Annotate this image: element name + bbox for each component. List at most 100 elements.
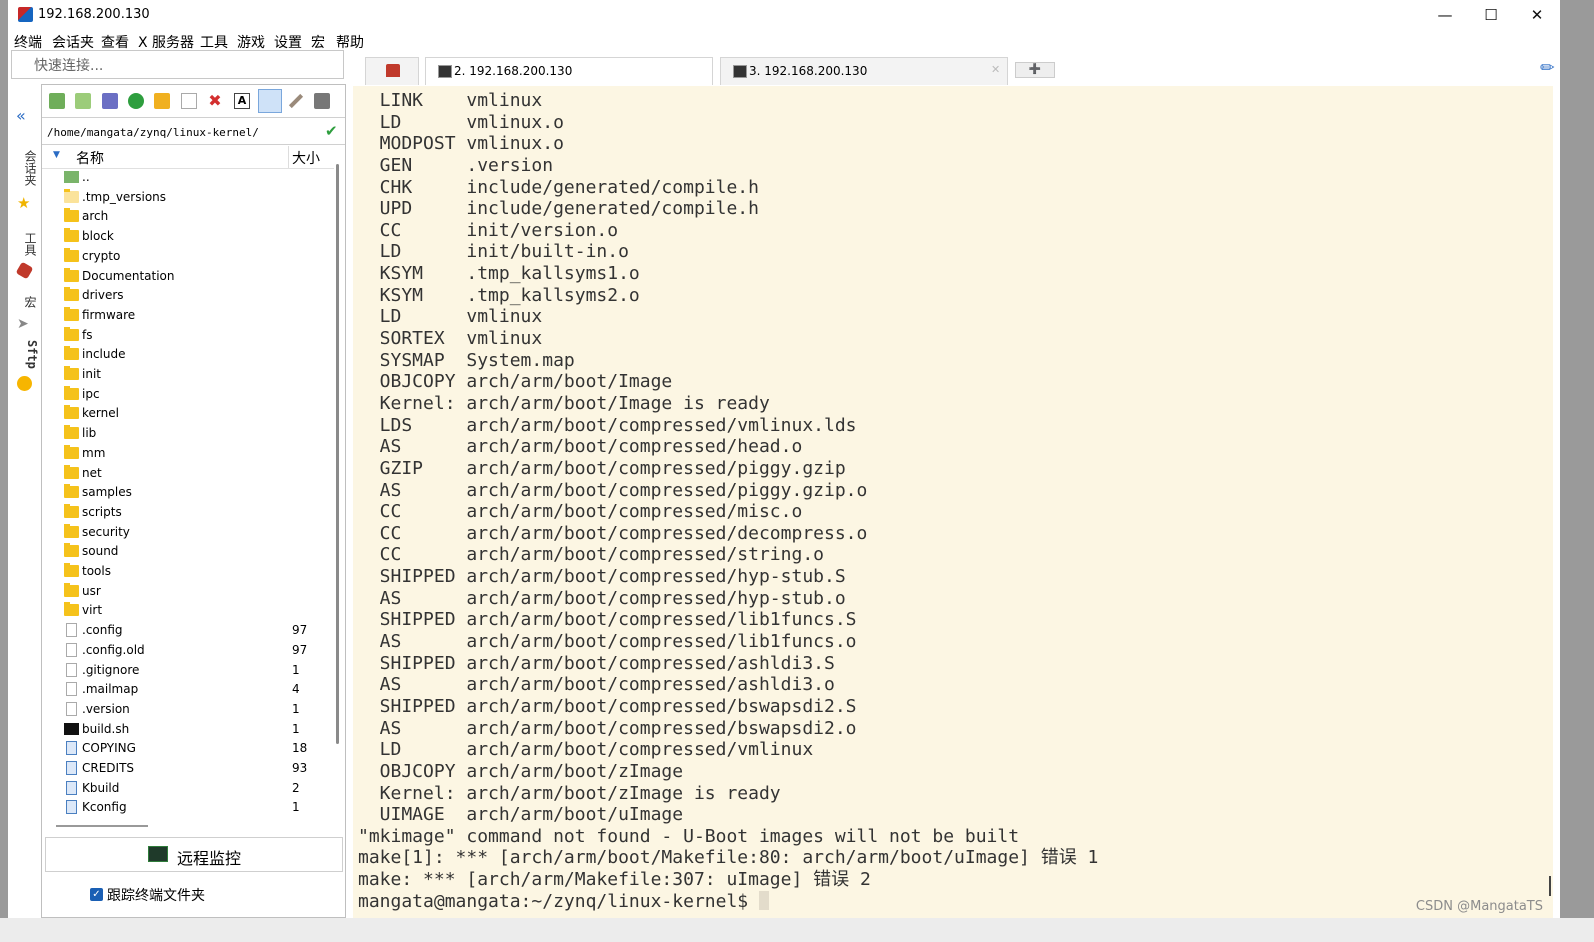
delete-icon[interactable]: ✖	[207, 93, 223, 109]
column-name[interactable]: 名称	[76, 148, 104, 168]
upload-icon[interactable]	[102, 93, 118, 109]
file-list: .. .tmp_versions arch block crypto Documentat…	[42, 168, 334, 816]
folder-row[interactable]: usr	[42, 582, 334, 602]
maximize-button[interactable]: ☐	[1468, 0, 1514, 30]
settings-icon[interactable]	[288, 93, 304, 109]
file-row[interactable]: .config 97	[42, 621, 334, 641]
sftp-path-input[interactable]	[45, 122, 319, 142]
follow-terminal-checkbox[interactable]: ✓	[90, 888, 103, 901]
folder-row[interactable]: net	[42, 464, 334, 484]
menu-xserver[interactable]: X 服务器	[138, 32, 194, 52]
folder-row[interactable]: scripts	[42, 503, 334, 523]
file-row[interactable]: .version 1	[42, 700, 334, 720]
folder-row[interactable]: mm	[42, 444, 334, 464]
remote-monitor-button[interactable]: 远程监控	[45, 837, 343, 872]
file-name: ..	[82, 170, 90, 184]
side-tab-tools[interactable]: 工具	[11, 232, 39, 256]
folder-row[interactable]: lib	[42, 424, 334, 444]
file-row[interactable]: .gitignore 1	[42, 661, 334, 681]
close-button[interactable]: ✕	[1514, 0, 1560, 30]
menu-macro[interactable]: 宏	[311, 32, 325, 52]
file-list-scrollbar[interactable]	[335, 146, 344, 816]
tab-home[interactable]	[365, 57, 419, 85]
folder-icon	[64, 228, 79, 243]
folder-row[interactable]: samples	[42, 483, 334, 503]
terminal-line: AS arch/arm/boot/compressed/piggy.gzip.o	[358, 479, 868, 501]
menu-view[interactable]: 查看	[101, 32, 129, 52]
file-row[interactable]: build.sh 1	[42, 720, 334, 740]
new-file-icon[interactable]	[181, 93, 197, 109]
folder-row[interactable]: sound	[42, 542, 334, 562]
side-tab-sessions[interactable]: 会话夹	[11, 150, 39, 186]
file-row[interactable]: .mailmap 4	[42, 680, 334, 700]
file-name: ipc	[82, 386, 100, 401]
folder-row[interactable]: block	[42, 227, 334, 247]
scrollbar-thumb[interactable]	[336, 164, 339, 744]
menu-sessions[interactable]: 会话夹	[52, 32, 94, 52]
folder-row[interactable]: .tmp_versions	[42, 188, 334, 208]
column-size[interactable]: 大小	[292, 148, 320, 168]
file-row[interactable]: Kconfig 1	[42, 798, 334, 816]
folder-row[interactable]: crypto	[42, 247, 334, 267]
terminal-icon	[438, 65, 452, 78]
folder-row[interactable]: tools	[42, 562, 334, 582]
folder-row[interactable]: kernel	[42, 404, 334, 424]
file-name: COPYING	[82, 741, 136, 756]
file-icon	[66, 701, 77, 716]
terminal-view[interactable]: LINK vmlinux LD vmlinux.o MODPOST vmlinu…	[353, 86, 1553, 918]
file-name: build.sh	[82, 721, 130, 736]
watermark: CSDN @MangataTS	[1415, 899, 1543, 914]
menu-help[interactable]: 帮助	[336, 32, 364, 52]
folder-row[interactable]: virt	[42, 601, 334, 621]
file-name: mm	[82, 445, 106, 460]
document-icon	[66, 780, 77, 795]
folder-row[interactable]: ..	[42, 168, 334, 188]
parent-folder-icon[interactable]	[49, 93, 65, 109]
side-tab-strip: « 会话夹 ★ 工具 宏 ➤ Sftp	[8, 84, 41, 936]
menu-bar: 终端 会话夹 查看 X 服务器 工具 游戏 设置 宏 帮助	[8, 30, 1560, 52]
quick-connect-input[interactable]	[32, 53, 336, 79]
file-row[interactable]: Kbuild 2	[42, 779, 334, 799]
file-name: .config.old	[82, 642, 145, 657]
tab-close-icon[interactable]: ✕	[991, 63, 1000, 76]
attach-icon[interactable]: ✎	[1536, 56, 1560, 80]
download-icon[interactable]	[75, 93, 91, 109]
folder-row[interactable]: include	[42, 345, 334, 365]
folder-row[interactable]: init	[42, 365, 334, 385]
horizontal-scrollbar[interactable]	[56, 825, 148, 827]
tab-session-3[interactable]: 3. 192.168.200.130 ✕	[720, 57, 1008, 85]
folder-row[interactable]: arch	[42, 207, 334, 227]
folder-row[interactable]: drivers	[42, 286, 334, 306]
terminal-line: OBJCOPY arch/arm/boot/zImage	[358, 760, 684, 782]
folder-row[interactable]: Documentation	[42, 267, 334, 287]
collapse-panel-icon[interactable]: «	[16, 106, 26, 125]
minimize-button[interactable]: —	[1422, 0, 1468, 30]
menu-settings[interactable]: 设置	[274, 32, 302, 52]
side-tab-macro[interactable]: 宏	[11, 296, 39, 308]
refresh-icon[interactable]	[128, 93, 144, 109]
menu-tools[interactable]: 工具	[200, 32, 228, 52]
rename-icon[interactable]: A	[234, 93, 250, 109]
file-name: sound	[82, 544, 119, 559]
file-row[interactable]: COPYING 18	[42, 739, 334, 759]
terminal-line: make: *** [arch/arm/Makefile:307: uImage…	[358, 869, 871, 891]
app-window: 192.168.200.130 — ☐ ✕ 终端 会话夹 查看 X 服务器 工具…	[8, 0, 1560, 936]
details-view-icon[interactable]	[258, 89, 282, 113]
file-row[interactable]: CREDITS 93	[42, 759, 334, 779]
file-row[interactable]: .config.old 97	[42, 641, 334, 661]
folder-row[interactable]: security	[42, 523, 334, 543]
tab-session-2[interactable]: 2. 192.168.200.130	[425, 57, 713, 85]
folder-row[interactable]: firmware	[42, 306, 334, 326]
menu-terminal[interactable]: 终端	[14, 32, 42, 52]
new-folder-icon[interactable]	[154, 93, 170, 109]
checkmark-icon[interactable]: ✔	[325, 122, 338, 140]
folder-row[interactable]: ipc	[42, 385, 334, 405]
file-name: .version	[82, 701, 130, 716]
new-tab-button[interactable]: ➕	[1015, 62, 1055, 78]
terminal-view-icon[interactable]	[314, 93, 330, 109]
terminal-scrollbar[interactable]	[1549, 876, 1551, 896]
menu-games[interactable]: 游戏	[237, 32, 265, 52]
terminal-line: UPD include/generated/compile.h	[358, 198, 759, 220]
side-tab-sftp[interactable]: Sftp	[11, 340, 39, 369]
folder-row[interactable]: fs	[42, 326, 334, 346]
